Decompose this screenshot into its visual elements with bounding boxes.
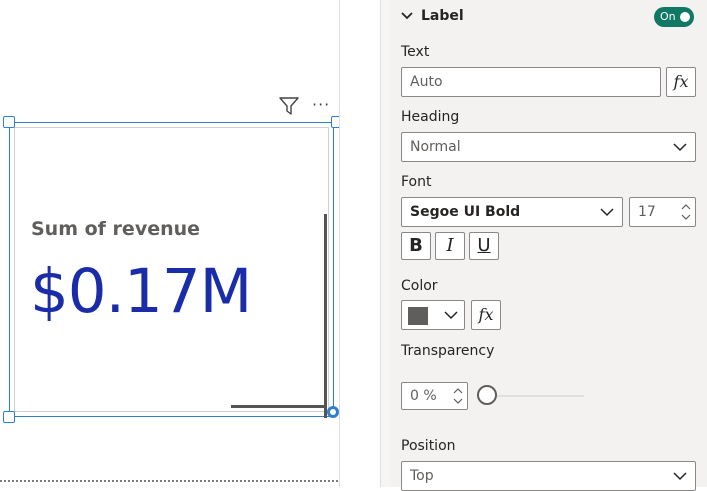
toggle-knob xyxy=(680,12,690,22)
filter-icon[interactable] xyxy=(278,96,300,116)
visual-header: ··· xyxy=(276,94,338,118)
page-boundary xyxy=(0,480,338,482)
pane-scroll-edge xyxy=(380,0,390,487)
stepper-arrows-icon[interactable] xyxy=(452,385,464,407)
chevron-down-icon[interactable] xyxy=(400,9,414,23)
font-size-value: 17 xyxy=(638,204,656,220)
card-shadow-bottom xyxy=(231,405,327,408)
card-shadow-right xyxy=(324,214,327,418)
resize-handle-top-left[interactable] xyxy=(3,116,15,128)
transparency-slider-thumb[interactable] xyxy=(477,385,497,405)
font-family-dropdown[interactable]: Segoe UI Bold xyxy=(401,197,623,227)
transparency-label: Transparency xyxy=(401,343,495,359)
card-visual-frame: Sum of revenue $0.17M xyxy=(14,127,329,418)
heading-dropdown-value: Normal xyxy=(410,139,461,155)
chevron-down-icon xyxy=(673,143,687,152)
text-input-value: Auto xyxy=(410,74,443,90)
text-input[interactable]: Auto xyxy=(401,67,661,97)
chevron-down-icon xyxy=(600,208,614,217)
color-fx-button[interactable]: fx xyxy=(471,300,501,330)
more-options-icon[interactable]: ··· xyxy=(312,97,334,113)
color-swatch xyxy=(408,307,428,325)
stepper-arrows-icon[interactable] xyxy=(680,201,692,223)
label-toggle[interactable]: On xyxy=(654,7,694,27)
font-label: Font xyxy=(401,174,432,190)
section-title: Label xyxy=(421,8,464,24)
format-pane: Label On Text Auto fx Heading Normal Fon… xyxy=(390,0,707,491)
card-category-label: Sum of revenue xyxy=(31,218,201,240)
label-section-header[interactable]: Label On xyxy=(400,6,696,28)
resize-handle-bottom-right[interactable] xyxy=(327,406,339,418)
transparency-value: 0 % xyxy=(410,388,437,404)
text-fx-button[interactable]: fx xyxy=(666,67,696,97)
toggle-label: On xyxy=(660,10,676,23)
heading-dropdown[interactable]: Normal xyxy=(401,132,696,162)
position-dropdown-value: Top xyxy=(410,468,434,484)
resize-handle-bottom-left[interactable] xyxy=(3,411,15,423)
bold-button[interactable]: B xyxy=(401,232,431,260)
chevron-down-icon xyxy=(673,472,687,481)
report-canvas[interactable]: ··· Sum of revenue $0.17M xyxy=(0,0,343,487)
pane-gutter xyxy=(340,0,380,487)
position-label: Position xyxy=(401,438,456,454)
transparency-slider-track[interactable] xyxy=(487,395,584,397)
color-picker[interactable] xyxy=(401,300,465,330)
chevron-down-icon xyxy=(444,311,458,320)
underline-button[interactable]: U xyxy=(469,232,499,260)
font-family-value: Segoe UI Bold xyxy=(410,204,521,220)
card-visual[interactable]: Sum of revenue $0.17M xyxy=(9,122,334,418)
italic-button[interactable]: I xyxy=(435,232,465,260)
card-value: $0.17M xyxy=(30,256,252,327)
heading-label: Heading xyxy=(401,109,460,125)
color-label: Color xyxy=(401,278,438,294)
transparency-stepper[interactable]: 0 % xyxy=(401,382,468,410)
font-size-stepper[interactable]: 17 xyxy=(629,197,696,227)
text-label: Text xyxy=(401,44,430,60)
